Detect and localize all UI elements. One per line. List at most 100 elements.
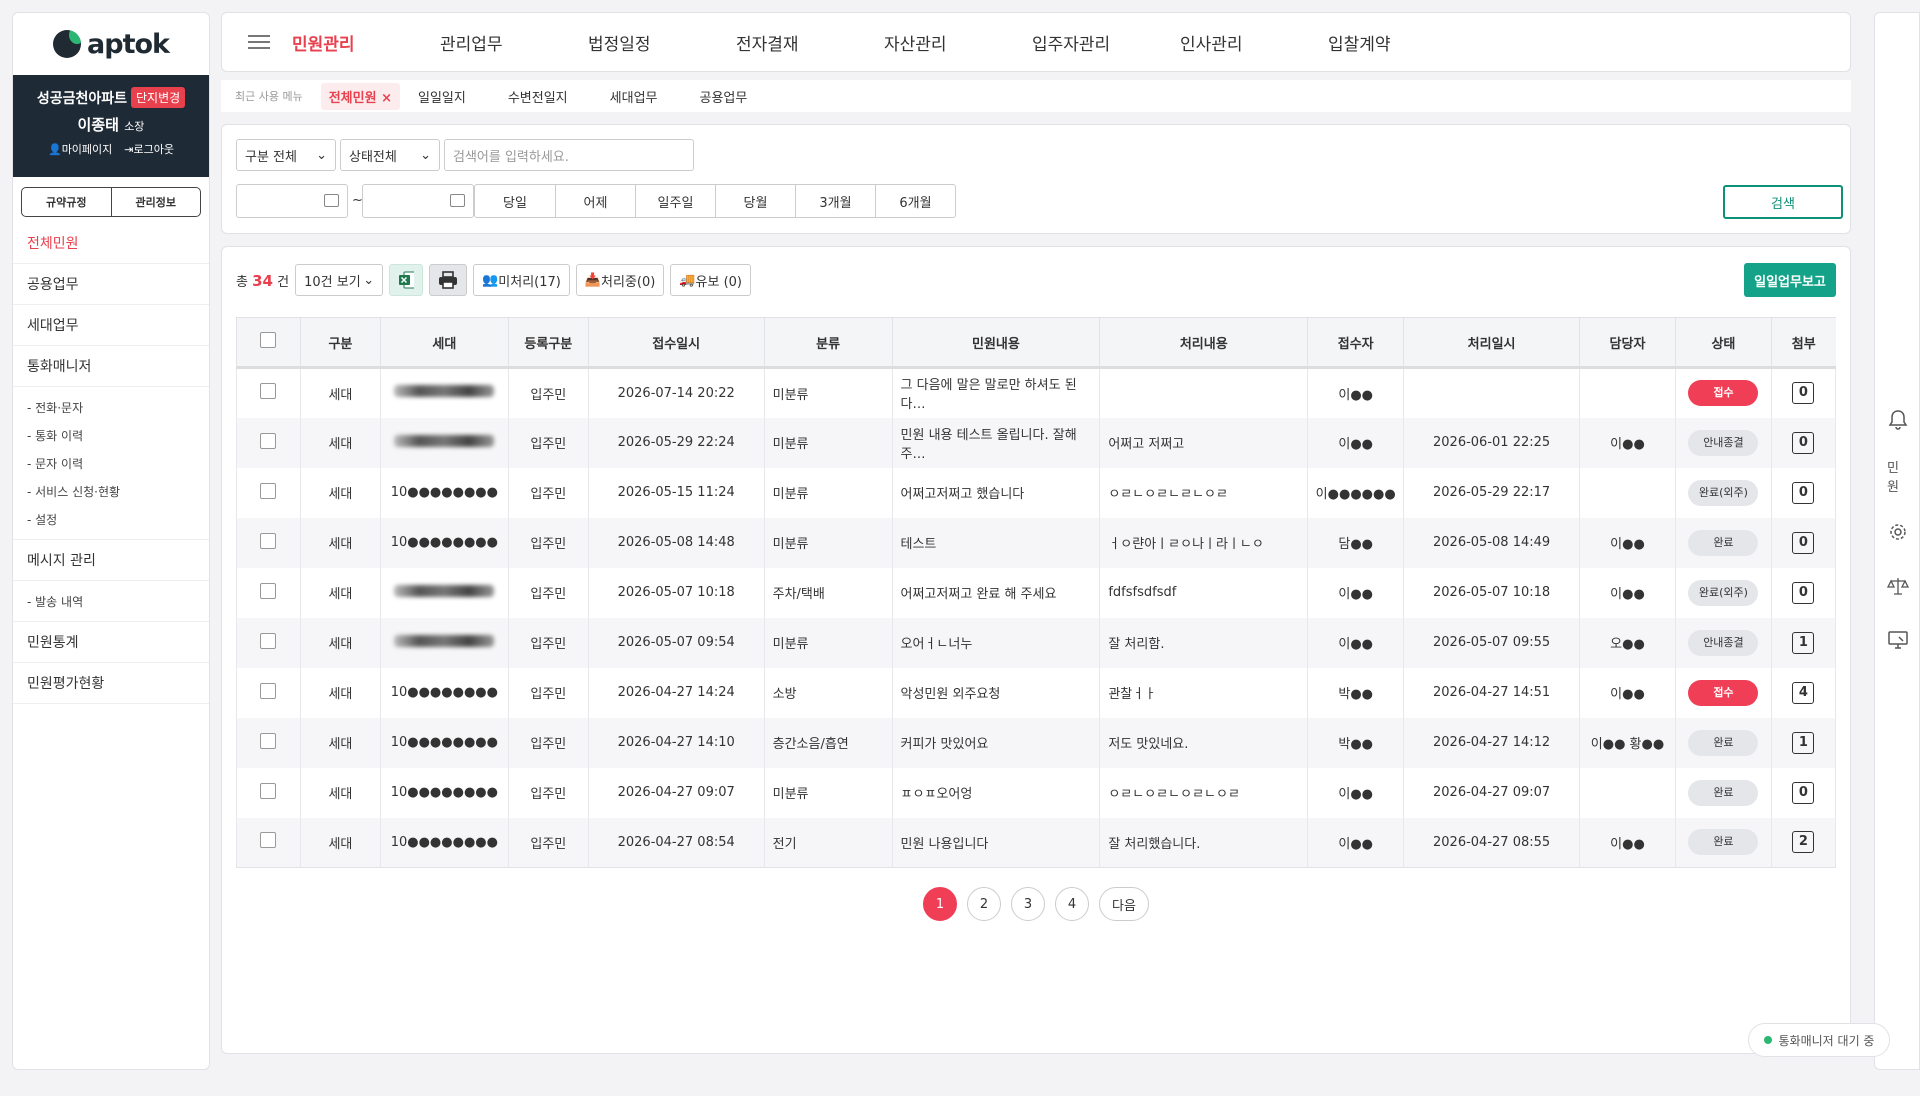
attachment-count[interactable]: 2 [1792,831,1815,854]
table-row[interactable]: 세대 10●●●●●●●● 입주민 2026-04-27 09:07 미분류 ㅍㅇㅍ오어엉… [236,767,1837,818]
header-registration[interactable]: 등록구분 [507,317,589,369]
management-info-button[interactable]: 관리정보 [110,188,201,216]
next-page-button[interactable]: 다음 [1099,887,1149,921]
scale-icon[interactable] [1887,575,1909,597]
topnav-bid-contract[interactable]: 입찰계약 [1328,30,1476,55]
page-1-button[interactable]: 1 [923,887,957,921]
table-row[interactable]: 세대 입주민 2026-05-07 10:18 주차/택배 어쩌고저쩌고 완료 해 주세… [236,567,1837,618]
page-2-button[interactable]: 2 [967,887,1001,921]
attachment-count[interactable]: 0 [1792,581,1815,604]
unprocessed-filter-button[interactable]: 👥 미처리(17) [473,264,570,296]
sidebar-item-call-manager[interactable]: 통화매니저 [13,346,209,387]
topnav-hr-management[interactable]: 인사관리 [1180,30,1328,55]
row-checkbox[interactable] [260,782,277,799]
call-manager-status[interactable]: 통화매니저 대기 중 [1748,1023,1890,1057]
row-checkbox[interactable] [260,532,277,549]
quick-yesterday[interactable]: 어제 [555,185,635,217]
page-4-button[interactable]: 4 [1055,887,1089,921]
tab-common-work[interactable]: 공용업무 [700,87,748,106]
table-row[interactable]: 세대 10●●●●●●●● 입주민 2026-04-27 14:24 소방 악성민원 외주… [236,667,1837,718]
row-checkbox[interactable] [260,832,277,849]
gear-icon[interactable] [1887,521,1909,543]
topnav-asset-management[interactable]: 자산관리 [884,30,1032,55]
table-row[interactable]: 세대 10●●●●●●●● 입주민 2026-04-27 08:54 전기 민원 나용입니… [236,817,1837,868]
status-select[interactable]: 상태전체 ⌄ [340,139,440,171]
attachment-count[interactable]: 1 [1792,631,1815,654]
sidebar-sub-settings[interactable]: - 설정 [27,505,209,533]
header-receiver[interactable]: 접수자 [1307,317,1404,369]
topnav-legal-schedule[interactable]: 법정일정 [588,30,736,55]
quick-today[interactable]: 당일 [475,185,555,217]
topnav-management-work[interactable]: 관리업무 [440,30,588,55]
row-checkbox[interactable] [260,682,277,699]
change-complex-button[interactable]: 단지변경 [131,87,186,108]
bell-icon[interactable] [1887,408,1909,430]
sidebar-sub-phone-sms[interactable]: - 전화·문자 [27,393,209,421]
row-checkbox[interactable] [260,383,277,400]
quick-3months[interactable]: 3개월 [795,185,875,217]
sidebar-item-complaint-stats[interactable]: 민원통계 [13,622,209,663]
row-checkbox[interactable] [260,482,277,499]
tab-substation-log[interactable]: 수변전일지 [508,87,568,106]
daily-report-button[interactable]: 일일업무보고 [1744,263,1836,297]
mypage-link[interactable]: 👤마이페이지 [48,141,112,157]
row-checkbox[interactable] [260,432,277,449]
excel-download-button[interactable] [389,264,424,296]
header-attachment[interactable]: 첨부 [1770,317,1836,369]
processing-filter-button[interactable]: 📥 처리중(0) [575,264,665,296]
row-checkbox[interactable] [260,582,277,599]
quick-6months[interactable]: 6개월 [875,185,955,217]
sidebar-item-message-management[interactable]: 메시지 관리 [13,540,209,581]
table-row[interactable]: 세대 입주민 2026-05-07 09:54 미분류 오어ㅓㄴ너누 잘 처리함. 이●● 2… [236,617,1837,668]
header-unit[interactable]: 세대 [379,317,509,369]
attachment-count[interactable]: 0 [1792,781,1815,804]
complaint-shortcut[interactable]: 민원 [1887,461,1909,495]
table-row[interactable]: 세대 입주민 2026-05-29 22:24 미분류 민원 내용 테스트 올립니다. … [236,417,1837,468]
logout-link[interactable]: ⇥로그아웃 [124,141,174,157]
tab-household-work[interactable]: 세대업무 [610,87,658,106]
sidebar-sub-sms-history[interactable]: - 문자 이력 [27,449,209,477]
header-content[interactable]: 민원내용 [891,317,1100,369]
header-category[interactable]: 분류 [763,317,893,369]
attachment-count[interactable]: 0 [1792,431,1815,454]
calendar-icon[interactable] [450,194,465,207]
table-row[interactable]: 세대 10●●●●●●●● 입주민 2026-04-27 14:10 층간소음/흡연 커피… [236,717,1837,768]
page-3-button[interactable]: 3 [1011,887,1045,921]
sidebar-item-household-work[interactable]: 세대업무 [13,305,209,346]
header-status[interactable]: 상태 [1674,317,1772,369]
sidebar-item-common-work[interactable]: 공용업무 [13,264,209,305]
table-row[interactable]: 세대 입주민 2026-07-14 20:22 미분류 그 다음에 말은 말로만 하셔도… [236,367,1837,418]
print-button[interactable] [429,264,468,296]
header-processed-at[interactable]: 처리일시 [1403,317,1580,369]
table-row[interactable]: 세대 10●●●●●●●● 입주민 2026-05-15 11:24 미분류 어쩌고저쩌고… [236,467,1837,518]
attachment-count[interactable]: 0 [1792,382,1815,405]
sidebar-item-all-complaints[interactable]: 전체민원 [13,223,209,264]
hold-filter-button[interactable]: 🚚 유보 (0) [670,264,751,296]
attachment-count[interactable]: 0 [1792,481,1815,504]
search-input[interactable]: 검색어를 입력하세요. [444,139,694,171]
header-manager[interactable]: 담당자 [1579,317,1676,369]
sidebar-sub-send-history[interactable]: - 발송 내역 [27,587,209,615]
header-received-at[interactable]: 접수일시 [587,317,765,369]
attachment-count[interactable]: 0 [1792,531,1815,554]
close-icon[interactable]: × [381,91,392,106]
row-checkbox[interactable] [260,732,277,749]
header-type[interactable]: 구분 [299,317,381,369]
table-row[interactable]: 세대 10●●●●●●●● 입주민 2026-05-08 14:48 미분류 테스트 ㅓㅇ랸… [236,517,1837,568]
category-select[interactable]: 구분 전체 ⌄ [236,139,336,171]
select-all-checkbox[interactable] [260,332,277,348]
hamburger-icon[interactable] [248,31,270,53]
search-button[interactable]: 검색 [1723,185,1843,219]
tab-all-complaints[interactable]: 전체민원 × [320,82,400,110]
topnav-resident-management[interactable]: 입주자관리 [1032,30,1180,55]
page-size-select[interactable]: 10건 보기 ⌄ [295,264,384,296]
rules-button[interactable]: 규약규정 [22,188,111,216]
header-result[interactable]: 처리내용 [1099,317,1308,369]
start-date-input[interactable] [236,184,348,218]
quick-week[interactable]: 일주일 [635,185,715,217]
attachment-count[interactable]: 4 [1792,681,1815,704]
calendar-icon[interactable] [324,194,339,207]
tab-daily-log[interactable]: 일일일지 [418,87,466,106]
attachment-count[interactable]: 1 [1792,731,1815,754]
end-date-input[interactable] [362,184,474,218]
